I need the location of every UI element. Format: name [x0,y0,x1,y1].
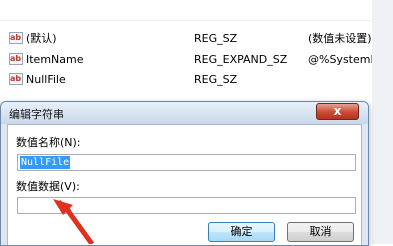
registry-row[interactable]: ab ItemName REG_EXPAND_SZ @%SystemR [0,51,372,69]
value-name-field[interactable]: NullFile [17,154,356,171]
close-icon: x [333,104,342,118]
window-edge [372,0,393,244]
registry-string-icon: ab [9,73,23,85]
registry-row[interactable]: ab (默认) REG_SZ (数值未设置) [0,30,372,48]
column-header[interactable] [0,0,372,21]
dialog-title: 编辑字符串 [9,108,64,121]
row-name-cell: ab (默认) [9,30,189,48]
dialog-body: 数值名称(N): NullFile 数值数据(V): 确定 取消 [7,124,362,245]
value-data-label: 数值数据(V): [16,180,80,193]
value-data-field[interactable] [17,197,356,214]
close-button[interactable]: x [316,103,359,120]
row-name-cell: ab ItemName [9,51,189,69]
row-data: (数值未设置) [308,32,372,45]
value-name-label: 数值名称(N): [16,136,81,149]
registry-row[interactable]: ab NullFile REG_SZ [0,71,372,89]
column-header-name[interactable] [9,0,39,6]
registry-string-icon: ab [9,32,23,44]
row-type: REG_SZ [194,73,238,86]
cancel-button[interactable]: 取消 [287,222,354,242]
row-name: NullFile [26,73,66,86]
dialog-titlebar[interactable]: 编辑字符串 x [1,102,368,124]
row-type: REG_EXPAND_SZ [194,53,288,66]
row-name: (默认) [26,32,57,45]
ok-button[interactable]: 确定 [208,222,275,242]
registry-string-icon: ab [9,53,23,65]
edit-string-dialog: 编辑字符串 x 数值名称(N): NullFile 数值数据(V): 确定 取消 [0,101,369,246]
row-data: @%SystemR [308,53,372,66]
column-header-data[interactable] [308,0,338,6]
row-name-cell: ab NullFile [9,71,189,89]
value-name-text: NullFile [20,156,71,169]
row-type: REG_SZ [194,32,238,45]
row-name: ItemName [26,53,84,66]
column-header-type[interactable] [194,0,224,6]
